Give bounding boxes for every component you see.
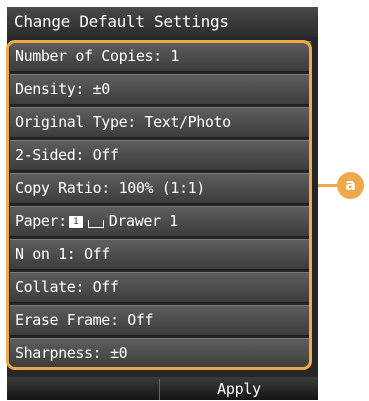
paper-label: Paper: bbox=[15, 212, 67, 230]
apply-button[interactable]: Apply bbox=[160, 377, 318, 400]
setting-copy-ratio[interactable]: Copy Ratio: 100% (1:1) bbox=[10, 173, 311, 204]
drawer-icon bbox=[87, 219, 104, 228]
setting-number-of-copies[interactable]: Number of Copies: 1 bbox=[10, 41, 311, 72]
device-screen: Change Default Settings Number of Copies… bbox=[7, 7, 318, 400]
bottom-bar: Apply bbox=[7, 377, 318, 400]
setting-density[interactable]: Density: ±0 bbox=[10, 74, 311, 105]
setting-original-type[interactable]: Original Type: Text/Photo bbox=[10, 107, 311, 138]
setting-erase-frame[interactable]: Erase Frame: Off bbox=[10, 305, 311, 336]
callout-marker-a: a bbox=[337, 172, 364, 199]
setting-n-on-1[interactable]: N on 1: Off bbox=[10, 239, 311, 270]
setting-sharpness[interactable]: Sharpness: ±0 bbox=[10, 338, 311, 369]
screen-title: Change Default Settings bbox=[7, 7, 318, 37]
setting-collate[interactable]: Collate: Off bbox=[10, 272, 311, 303]
paper-size-icon: 1 bbox=[68, 215, 83, 228]
setting-paper[interactable]: Paper: 1 Drawer 1 bbox=[10, 206, 311, 237]
setting-2-sided[interactable]: 2-Sided: Off bbox=[10, 140, 311, 171]
settings-list: Number of Copies: 1 Density: ±0 Original… bbox=[7, 37, 318, 377]
paper-drawer-value: Drawer 1 bbox=[108, 212, 178, 230]
